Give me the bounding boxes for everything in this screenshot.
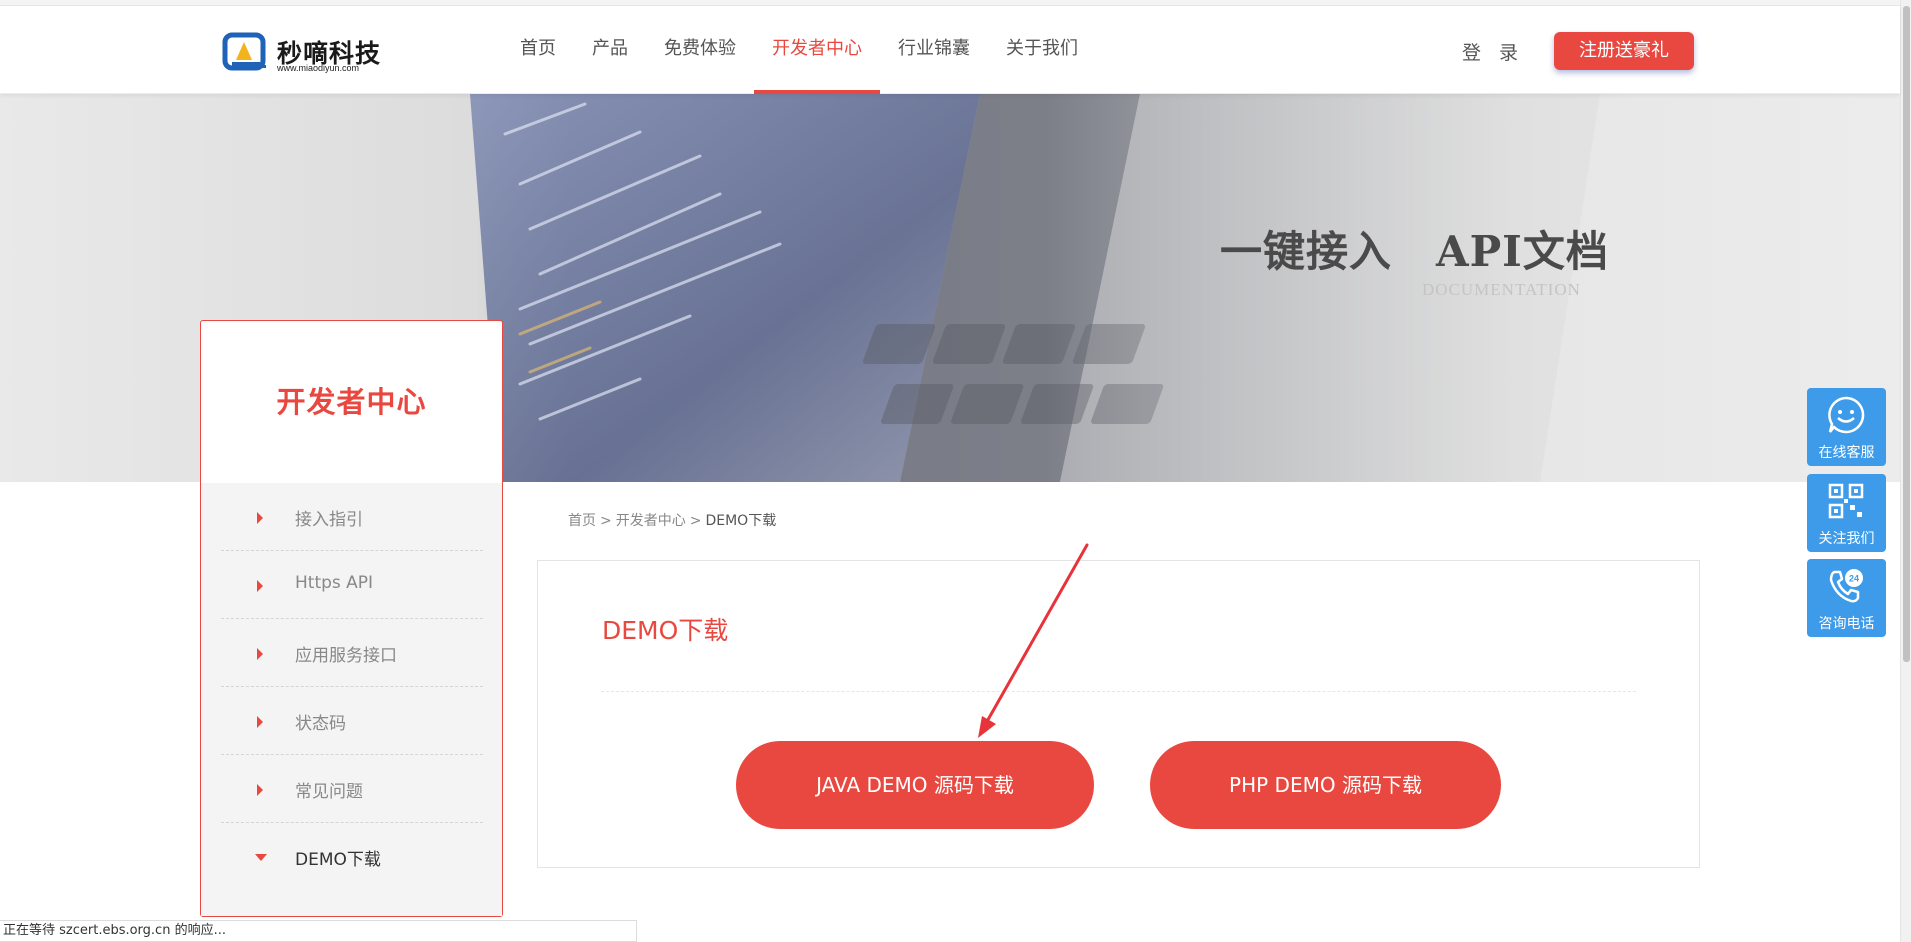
sidebar-item-status-codes[interactable]: 状态码	[221, 687, 483, 755]
breadcrumb-current: DEMO下载	[705, 513, 777, 529]
java-demo-download-button[interactable]: JAVA DEMO 源码下载	[736, 741, 1094, 829]
nav-item-free-trial[interactable]: 免费体验	[646, 6, 754, 94]
caret-down-icon	[255, 854, 267, 861]
demo-download-panel: DEMO下载 JAVA DEMO 源码下载 PHP DEMO 源码下载	[537, 560, 1700, 868]
caret-right-icon	[257, 512, 263, 524]
breadcrumb-section[interactable]: 开发者中心	[616, 513, 686, 529]
browser-status-bar: 正在等待 szcert.ebs.org.cn 的响应...	[0, 920, 637, 942]
follow-us-button[interactable]: 关注我们	[1807, 474, 1886, 552]
sidebar-item-faq[interactable]: 常见问题	[221, 755, 483, 823]
sidebar-item-label: 接入指引	[295, 510, 363, 530]
sidebar-item-label: 应用服务接口	[295, 646, 397, 666]
login-link[interactable]: 登 录	[1462, 38, 1524, 65]
page-scrollbar[interactable]	[1900, 0, 1911, 942]
breadcrumb-separator: >	[689, 513, 702, 529]
consult-phone-button[interactable]: 24 咨询电话	[1807, 559, 1886, 637]
nav-item-industry-tips[interactable]: 行业锦囊	[880, 6, 988, 94]
caret-right-icon	[257, 716, 263, 728]
breadcrumb-separator: >	[600, 513, 612, 529]
developer-sidebar: 开发者中心 接入指引 Https API 应用服务接口 状态码 常见问题 DEM…	[200, 320, 503, 917]
nav-item-products[interactable]: 产品	[574, 6, 646, 94]
sidebar-item-label: DEMO下载	[295, 850, 381, 870]
site-header: 秒嘀科技 www.miaodiyun.com 首页 产品 免费体验 开发者中心 …	[0, 6, 1900, 94]
breadcrumb: 首页 > 开发者中心 > DEMO下载	[568, 510, 776, 530]
nav-item-home[interactable]: 首页	[502, 6, 574, 94]
sidebar-item-label: Https API	[295, 573, 374, 593]
brand-logo[interactable]: 秒嘀科技 www.miaodiyun.com	[222, 32, 382, 76]
content-divider	[601, 691, 1636, 692]
follow-us-label: 关注我们	[1818, 531, 1875, 547]
main-nav: 首页 产品 免费体验 开发者中心 行业锦囊 关于我们	[502, 6, 1096, 94]
sidebar-item-label: 状态码	[295, 714, 346, 734]
caret-right-icon	[257, 648, 263, 660]
caret-right-icon	[257, 784, 263, 796]
banner-title-right: API文档	[1436, 227, 1609, 276]
online-service-button[interactable]: 在线客服	[1807, 388, 1886, 466]
sidebar-item-demo-download[interactable]: DEMO下载	[221, 823, 483, 891]
sidebar-title: 开发者中心	[276, 385, 427, 419]
logo-mark-icon	[222, 32, 266, 71]
sidebar-menu: 接入指引 Https API 应用服务接口 状态码 常见问题 DEMO下载	[201, 483, 502, 916]
nav-item-about-us[interactable]: 关于我们	[988, 6, 1096, 94]
sidebar-item-https-api[interactable]: Https API	[221, 551, 483, 619]
sidebar-item-label: 常见问题	[295, 782, 363, 802]
nav-item-developer-center[interactable]: 开发者中心	[754, 6, 880, 94]
banner-title-left: 一键接入	[1220, 227, 1393, 276]
brand-url: www.miaodiyun.com	[277, 63, 360, 73]
content-title: DEMO下载	[602, 616, 729, 645]
smile-chat-icon	[1828, 396, 1865, 434]
consult-phone-label: 咨询电话	[1818, 616, 1875, 632]
banner-subtitle: DOCUMENTATION	[1422, 280, 1581, 299]
svg-text:24: 24	[1849, 574, 1859, 584]
sidebar-item-access-guide[interactable]: 接入指引	[221, 483, 483, 551]
breadcrumb-home[interactable]: 首页	[568, 513, 596, 529]
register-button[interactable]: 注册送豪礼	[1554, 32, 1694, 70]
caret-right-icon	[257, 580, 263, 592]
sidebar-item-app-service-api[interactable]: 应用服务接口	[221, 619, 483, 687]
phone-24h-icon: 24	[1829, 569, 1863, 603]
qr-code-icon	[1828, 483, 1864, 519]
scrollbar-thumb[interactable]	[1903, 6, 1910, 662]
php-demo-download-button[interactable]: PHP DEMO 源码下载	[1150, 741, 1501, 829]
banner-title: 一键接入 API文档	[1220, 218, 1609, 279]
online-service-label: 在线客服	[1818, 445, 1875, 461]
